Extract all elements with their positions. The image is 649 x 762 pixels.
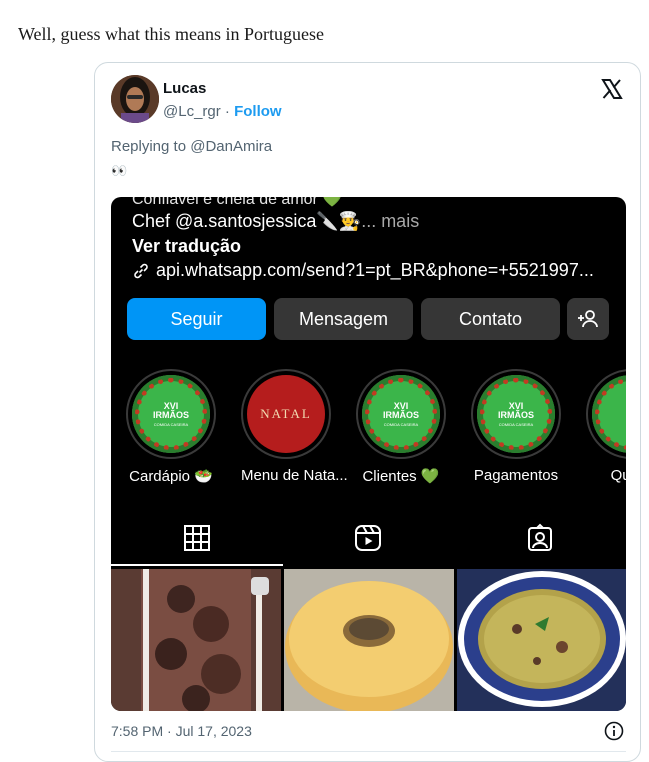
post-thumbnail-meat-stew[interactable] [111,569,281,711]
follow-link[interactable]: Follow [234,103,282,120]
profile-tabs [111,507,626,567]
bio-link-text[interactable]: api.whatsapp.com/send?1=pt_BR&phone=+552… [156,260,594,281]
tweet-body: 👀 [111,163,127,178]
highlight-label: Clientes 💚 [362,468,440,485]
highlight-cover: XVI IRMÃOS COMIDA CASEIRA [477,375,555,453]
post-thumbnail-ring-cake[interactable] [284,569,454,711]
bio-more-link[interactable]: ... mais [361,211,419,231]
seguir-button[interactable]: Seguir [127,298,266,340]
highlight-label: Cardápio 🥗 [129,468,213,485]
bio-cut-line: Confiável e cheia de amor 💚 [132,197,343,208]
bio-chef-text: Chef @a.santosjessica🔪👨‍🍳 [132,211,362,231]
author-name[interactable]: Lucas [163,80,206,97]
highlight-clientes[interactable]: XVI IRMÃOS COMIDA CASEIRA Clientes 💚 [356,369,446,485]
x-logo-icon[interactable] [600,77,624,101]
highlight-label: Menu de Nata... [241,467,348,484]
highlight-cover: XVI IRMÃOS COMIDA CASEIRA [132,375,210,453]
add-person-button[interactable] [567,298,609,340]
reels-icon[interactable] [353,523,383,553]
highlight-label: Pagamentos [473,467,559,484]
bio-chef-line: Chef @a.santosjessica🔪👨‍🍳... mais [132,211,419,232]
embedded-tweet[interactable]: Lucas @Lc_rgr · Follow Replying to @DanA… [94,62,641,762]
link-icon [134,263,148,278]
grid-icon[interactable] [182,523,212,553]
highlight-cardapio[interactable]: XVI IRMÃOS COMIDA CASEIRA Cardápio 🥗 [126,369,216,485]
translate-link[interactable]: Ver tradução [132,236,241,257]
add-person-icon [578,310,598,328]
info-icon[interactable] [604,721,624,741]
author-handle-row: @Lc_rgr · Follow [163,103,282,120]
instagram-screenshot[interactable]: Confiável e cheia de amor 💚 Chef @a.sant… [111,197,626,711]
highlight-quem[interactable]: IR Quem [586,369,626,484]
highlight-menu-natal[interactable]: NATAL Menu de Nata... [241,369,348,484]
mensagem-button[interactable]: Mensagem [274,298,413,340]
replying-to: Replying to @DanAmira [111,138,273,155]
tweet-timestamp[interactable]: 7:58 PM · Jul 17, 2023 [111,723,252,739]
highlight-cover: XVI IRMÃOS COMIDA CASEIRA [362,375,440,453]
tagged-icon[interactable] [525,523,555,553]
author-handle[interactable]: @Lc_rgr [163,103,221,120]
highlight-pagamentos[interactable]: XVI IRMÃOS COMIDA CASEIRA Pagamentos [471,369,561,484]
bio-link[interactable]: api.whatsapp.com/send?1=pt_BR&phone=+552… [132,260,594,281]
highlight-cover: IR [592,375,626,453]
highlight-cover: NATAL [247,375,325,453]
contato-button[interactable]: Contato [421,298,560,340]
post-text: Well, guess what this means in Portugues… [18,24,325,44]
avatar[interactable] [111,75,159,123]
highlight-label: Quem [610,467,626,484]
active-tab-indicator [111,564,283,566]
handle-separator: · [220,103,235,120]
post-thumbnail-soup-bowl[interactable] [457,569,626,711]
